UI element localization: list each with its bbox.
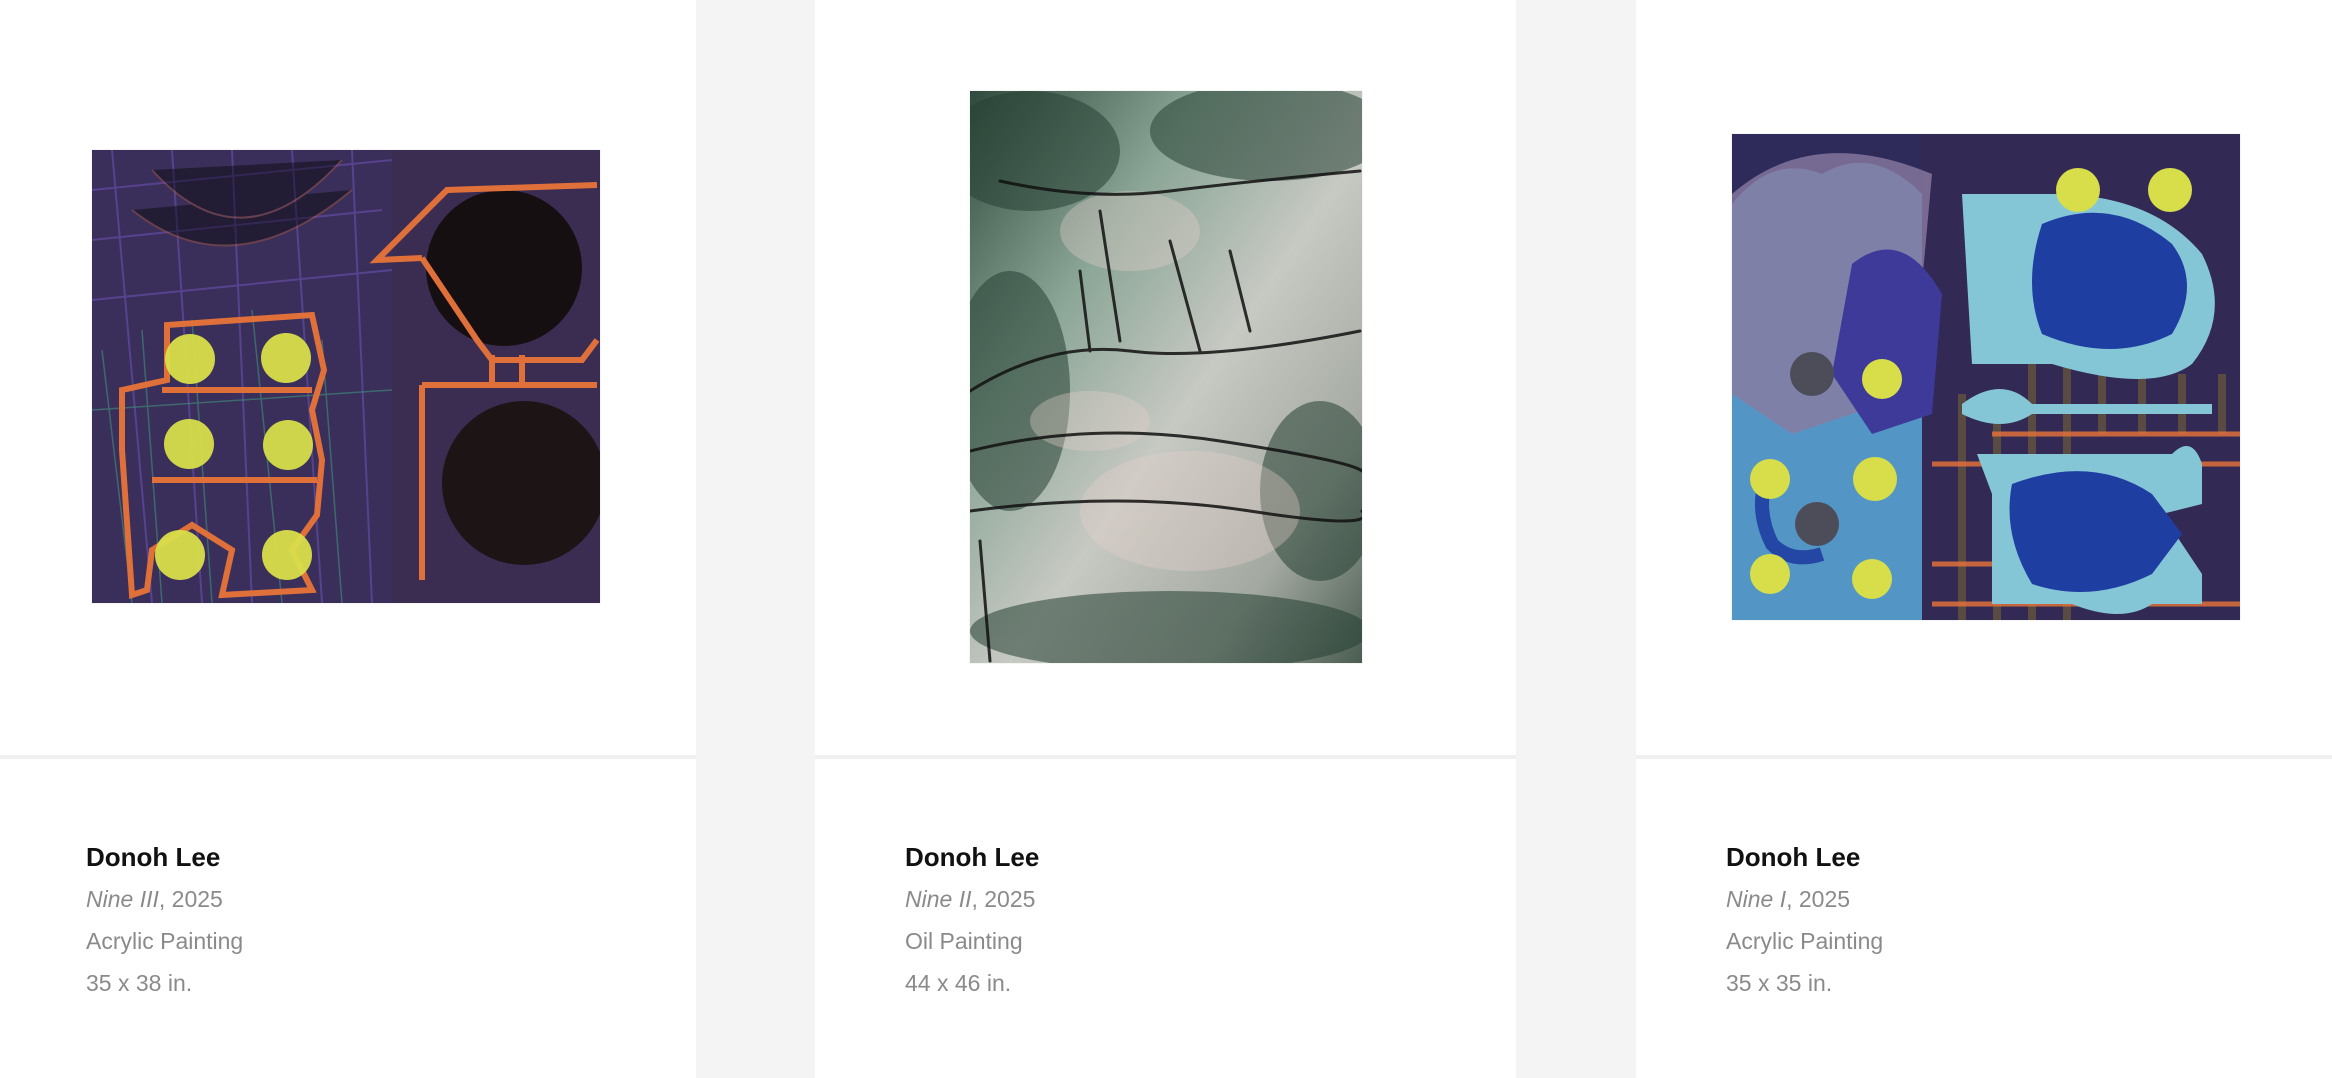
artwork-year: , 2025 [158, 886, 223, 912]
artwork-caption: Donoh Lee Nine III, 2025 Acrylic Paintin… [86, 836, 243, 1004]
artwork-dimensions: 35 x 35 in. [1726, 970, 1833, 996]
artwork-caption: Donoh Lee Nine II, 2025 Oil Painting 44 … [905, 836, 1039, 1004]
artwork-image-area [815, 0, 1516, 759]
artwork-caption: Donoh Lee Nine I, 2025 Acrylic Painting … [1726, 836, 1883, 1004]
artwork-gallery: Donoh Lee Nine III, 2025 Acrylic Paintin… [0, 0, 2332, 1078]
artwork-card[interactable]: Donoh Lee Nine II, 2025 Oil Painting 44 … [815, 0, 1516, 1078]
artwork-medium: Oil Painting [905, 928, 1023, 954]
painting-nine-iii [92, 150, 600, 603]
artwork-image[interactable] [970, 91, 1362, 663]
artwork-medium: Acrylic Painting [86, 928, 244, 954]
artwork-dimensions: 35 x 38 in. [86, 970, 193, 996]
title-year: Nine II, 2025 [905, 878, 1039, 920]
artist-name[interactable]: Donoh Lee [86, 836, 243, 878]
artwork-image-area [1636, 0, 2332, 759]
artwork-title: Nine II [905, 886, 972, 912]
artwork-title: Nine III [86, 886, 159, 912]
artist-name[interactable]: Donoh Lee [1726, 836, 1883, 878]
title-year: Nine I, 2025 [1726, 878, 1883, 920]
artwork-card[interactable]: Donoh Lee Nine III, 2025 Acrylic Paintin… [0, 0, 696, 1078]
artwork-dimensions: 44 x 46 in. [905, 970, 1012, 996]
painting-nine-ii [970, 91, 1362, 663]
artwork-image[interactable] [92, 150, 600, 603]
title-year: Nine III, 2025 [86, 878, 243, 920]
artwork-medium: Acrylic Painting [1726, 928, 1884, 954]
artwork-card[interactable]: Donoh Lee Nine I, 2025 Acrylic Painting … [1636, 0, 2332, 1078]
artwork-year: , 2025 [1786, 886, 1851, 912]
artwork-image[interactable] [1732, 134, 2240, 620]
artist-name[interactable]: Donoh Lee [905, 836, 1039, 878]
artwork-image-area [0, 0, 696, 759]
artwork-year: , 2025 [971, 886, 1036, 912]
painting-nine-i [1732, 134, 2240, 620]
artwork-title: Nine I [1726, 886, 1787, 912]
